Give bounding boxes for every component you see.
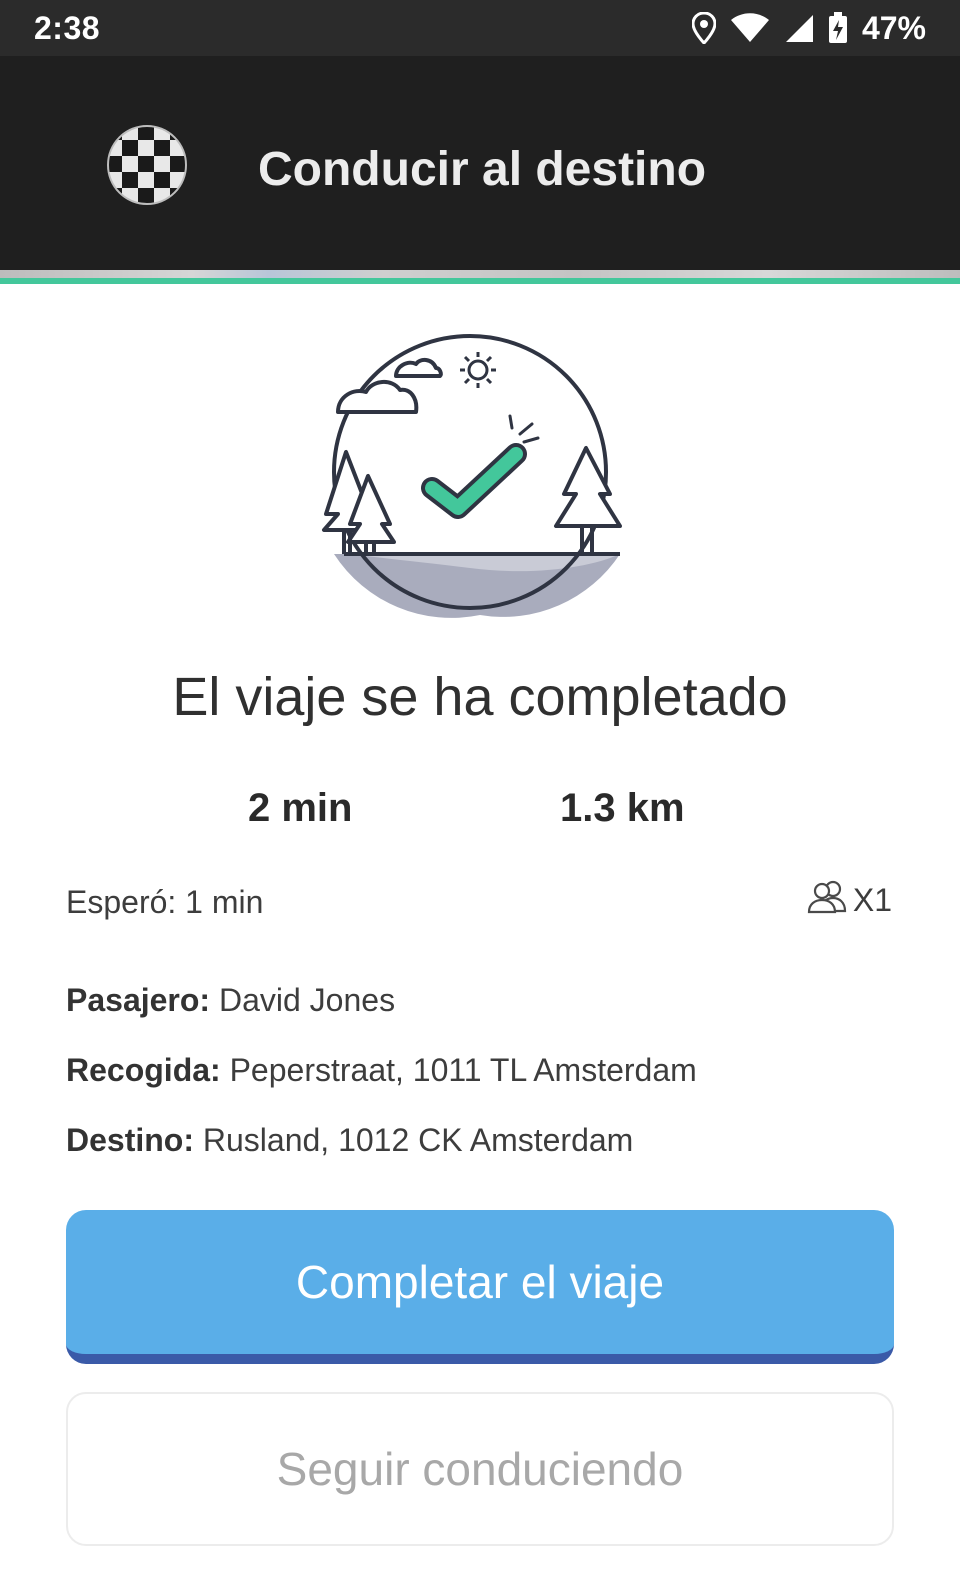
trip-distance: 1.3 km <box>560 786 685 830</box>
battery-charging-icon <box>828 12 848 44</box>
passenger-name: David Jones <box>218 982 396 1018</box>
checkered-flag-icon <box>106 124 188 206</box>
complete-trip-button[interactable]: Completar el viaje <box>66 1210 894 1364</box>
wifi-icon <box>730 13 770 43</box>
trip-complete-illustration <box>320 330 636 618</box>
continue-driving-button[interactable]: Seguir conduciendo <box>66 1392 894 1546</box>
map-strip <box>0 270 960 278</box>
app-bar: Conducir al destino <box>0 56 960 270</box>
status-bar: 2:38 47% <box>0 0 960 56</box>
trip-progress-line <box>0 278 960 284</box>
wait-time: Esperó: 1 min <box>66 884 264 920</box>
trip-duration: 2 min <box>248 786 353 830</box>
signal-icon <box>784 13 814 43</box>
status-icons: 47% <box>691 9 926 47</box>
passengers-icon <box>805 878 851 922</box>
passenger-count-value: X1 <box>852 881 892 918</box>
pickup-address: Peperstraat, 1011 TL Amsterdam <box>229 1052 697 1088</box>
passenger-label: Pasajero: <box>66 982 219 1018</box>
passenger-count: X1 <box>805 878 892 922</box>
battery-level: 47% <box>861 9 926 46</box>
pickup-row: Recogida: Peperstraat, 1011 TL Amsterdam <box>66 1052 697 1089</box>
pickup-label: Recogida: <box>66 1052 230 1088</box>
destination-label: Destino: <box>66 1122 203 1158</box>
location-icon <box>691 12 716 44</box>
app-bar-title: Conducir al destino <box>258 143 707 196</box>
destination-address: Rusland, 1012 CK Amsterdam <box>202 1122 634 1158</box>
trip-completed-title: El viaje se ha completado <box>172 667 788 727</box>
passenger-row: Pasajero: David Jones <box>66 982 395 1019</box>
destination-row: Destino: Rusland, 1012 CK Amsterdam <box>66 1122 633 1159</box>
status-time: 2:38 <box>34 9 101 46</box>
